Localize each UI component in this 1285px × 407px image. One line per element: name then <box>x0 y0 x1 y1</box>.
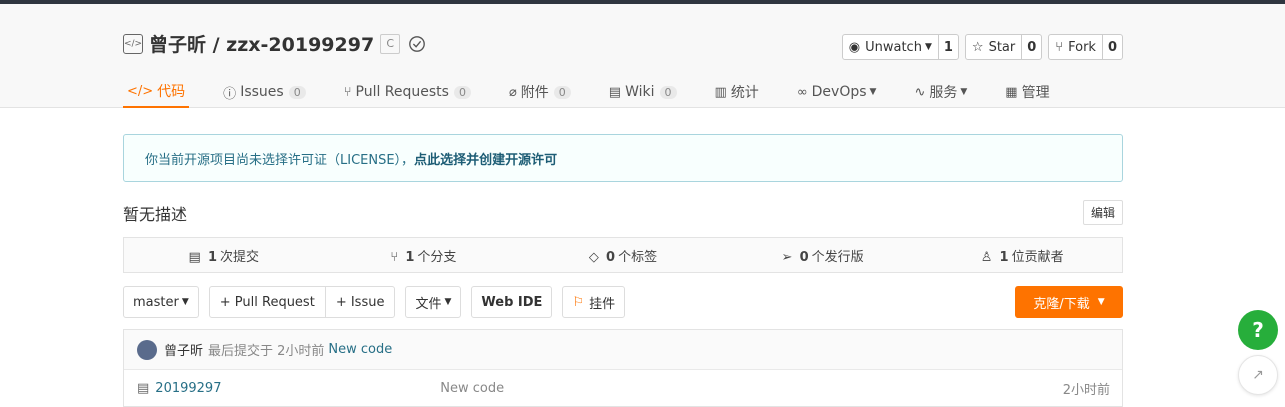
repo-stats-bar: ▤ 1 次提交 ⑂ 1 个分支 ◇ 0 个标签 ➢ 0 个发行版 ♙ 1 位贡献者 <box>123 237 1123 273</box>
avatar[interactable] <box>137 339 157 360</box>
help-button[interactable]: ? <box>1238 310 1278 350</box>
tab-devops[interactable]: ∞ DevOps ▼ <box>793 76 881 108</box>
caret-down-icon: ▼ <box>924 42 932 52</box>
code-repo-icon: </> <box>123 33 143 54</box>
commit-meta: 最后提交于 2小时前 <box>208 344 325 359</box>
branch-icon: ⑂ <box>390 249 399 265</box>
commit-icon: ▤ <box>188 249 201 265</box>
caret-down-icon: ▼ <box>1097 297 1105 307</box>
bookmark-icon: ⚐ <box>572 294 585 310</box>
file-list: 曾子昕 最后提交于 2小时前 New code ▤ 20199297 New c… <box>123 329 1123 407</box>
paperclip-icon: ⌀ <box>508 84 517 100</box>
repo-description: 暂无描述 <box>123 204 188 224</box>
tab-count: 0 <box>659 85 677 99</box>
license-text: 你当前开源项目尚未选择许可证（LICENSE）， <box>145 152 415 168</box>
tab-count: 0 <box>553 85 571 99</box>
caret-down-icon: ▼ <box>960 87 968 97</box>
files-dropdown[interactable]: 文件 ▼ <box>405 286 462 318</box>
stat-contributors[interactable]: ♙ 1 位贡献者 <box>922 246 1122 265</box>
book-icon: ▤ <box>608 84 622 100</box>
pulse-icon: ∿ <box>914 84 926 100</box>
stat-branches[interactable]: ⑂ 1 个分支 <box>324 246 524 265</box>
star-count[interactable]: 0 <box>1021 35 1041 59</box>
star-button[interactable]: ☆ Star <box>966 35 1021 59</box>
last-commit-info: 曾子昕 最后提交于 2小时前 New code <box>124 330 1122 370</box>
pr-issue-group: + Pull Request + Issue <box>208 286 396 318</box>
file-time: 2小时前 <box>1062 382 1110 398</box>
eye-icon: ◉ <box>848 39 861 55</box>
repo-title[interactable]: 曾子昕 / zzx-20199297 <box>149 30 374 57</box>
caret-down-icon: ▼ <box>181 297 189 307</box>
tab-attachments[interactable]: ⌀ 附件 0 <box>505 76 575 108</box>
infinity-icon: ∞ <box>796 84 808 100</box>
tab-count: 0 <box>453 85 471 99</box>
stat-releases[interactable]: ➢ 0 个发行版 <box>723 246 923 265</box>
fork-count[interactable]: 0 <box>1101 35 1122 59</box>
caret-down-icon: ▼ <box>869 87 877 97</box>
clone-download-button[interactable]: 克隆/下载 ▼ <box>1015 286 1123 318</box>
external-link-button[interactable]: ↗ <box>1238 355 1278 395</box>
tab-manage[interactable]: ▦ 管理 <box>1001 76 1053 108</box>
branch-select[interactable]: master ▼ <box>123 286 199 318</box>
edit-description-button[interactable]: 编辑 <box>1082 200 1123 225</box>
external-link-icon: ↗ <box>1252 367 1264 383</box>
fork-icon: ⑂ <box>1055 39 1064 55</box>
watch-button[interactable]: ◉ Unwatch ▼ <box>843 35 938 59</box>
bar-chart-icon: ▥ <box>714 84 727 100</box>
main-content: 你当前开源项目尚未选择许可证（LICENSE）， 点此选择并创建开源许可 暂无描… <box>123 134 1123 407</box>
tag-icon: ◇ <box>588 249 599 265</box>
watch-count[interactable]: 1 <box>937 35 958 59</box>
web-ide-button[interactable]: Web IDE <box>471 286 553 318</box>
create-license-link[interactable]: 点此选择并创建开源许可 <box>414 149 557 168</box>
tab-wiki[interactable]: ▤ Wiki 0 <box>605 76 681 108</box>
repo-actions: ◉ Unwatch ▼ 1 ☆ Star 0 ⑂ Fork 0 <box>836 34 1123 60</box>
watch-group: ◉ Unwatch ▼ 1 <box>841 34 959 60</box>
code-icon: </> <box>127 83 154 99</box>
star-group: ☆ Star 0 <box>964 34 1043 60</box>
tab-services[interactable]: ∿ 服务 ▼ <box>910 76 971 108</box>
description-row: 暂无描述 编辑 <box>123 200 1123 225</box>
stat-tags[interactable]: ◇ 0 个标签 <box>523 246 723 265</box>
table-row[interactable]: ▤ 20199297 New code 2小时前 <box>124 370 1122 406</box>
repo-tabs: </> 代码 ⓘ Issues 0 ⑂ Pull Requests 0 ⌀ 附件… <box>123 76 1084 108</box>
pull-request-icon: ⑂ <box>343 84 352 100</box>
tab-count: 0 <box>288 85 306 99</box>
issue-icon: ⓘ <box>223 86 237 102</box>
people-icon: ♙ <box>980 249 993 265</box>
new-issue-button[interactable]: + Issue <box>324 287 395 317</box>
license-notice: 你当前开源项目尚未选择许可证（LICENSE）， 点此选择并创建开源许可 <box>123 134 1123 182</box>
repo-header: </> 曾子昕 / zzx-20199297 C ◉ Unwatch ▼ 1 ☆… <box>0 4 1285 108</box>
tab-code[interactable]: </> 代码 <box>123 76 190 108</box>
fork-group: ⑂ Fork 0 <box>1048 34 1123 60</box>
commit-message[interactable]: New code <box>328 342 392 357</box>
widget-button[interactable]: ⚐ 挂件 <box>562 286 626 318</box>
file-icon: ▤ <box>137 380 150 396</box>
tab-pull-requests[interactable]: ⑂ Pull Requests 0 <box>340 76 475 108</box>
fork-button[interactable]: ⑂ Fork <box>1049 35 1102 59</box>
repo-title-row: </> 曾子昕 / zzx-20199297 C <box>123 30 426 57</box>
recommend-badge-icon <box>409 35 426 52</box>
tab-stats[interactable]: ▥ 统计 <box>711 76 763 108</box>
star-icon: ☆ <box>971 39 984 55</box>
document-icon: ▦ <box>1005 84 1018 100</box>
file-name[interactable]: 20199297 <box>155 381 440 396</box>
caret-down-icon: ▼ <box>444 297 452 307</box>
repo-toolbar: master ▼ + Pull Request + Issue 文件 ▼ Web… <box>123 286 1123 318</box>
tab-issues[interactable]: ⓘ Issues 0 <box>219 76 310 108</box>
send-icon: ➢ <box>781 249 793 265</box>
question-icon: ? <box>1252 318 1264 342</box>
new-pull-request-button[interactable]: + Pull Request <box>210 287 325 317</box>
language-badge: C <box>380 33 401 54</box>
stat-commits[interactable]: ▤ 1 次提交 <box>124 246 324 265</box>
commit-author[interactable]: 曾子昕 <box>164 340 203 359</box>
file-commit-message[interactable]: New code <box>440 381 1062 396</box>
